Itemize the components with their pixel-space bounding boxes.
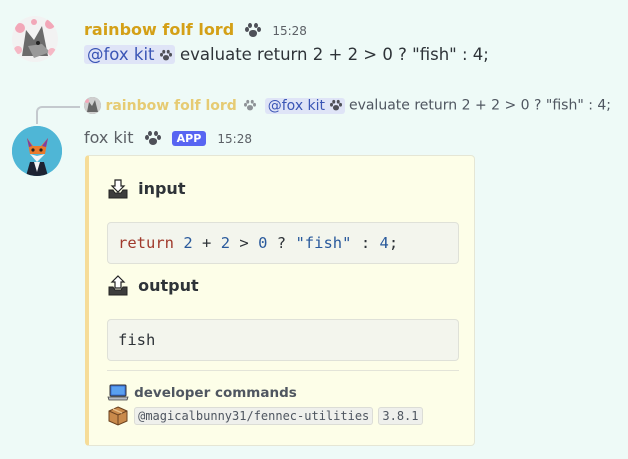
code-number: 4	[379, 234, 389, 252]
code-operator: ;	[388, 234, 399, 252]
message1-content: @fox kit evaluate return 2 + 2 > 0 ? "fi…	[84, 45, 489, 64]
output-field-title: output	[107, 275, 199, 297]
output-code-block: fish	[107, 319, 459, 361]
message2-username[interactable]: fox kit	[84, 128, 133, 147]
laptop-icon	[107, 384, 129, 402]
output-value: fish	[118, 331, 156, 349]
avatar-fox-kit[interactable]	[12, 126, 62, 176]
embed: input return 2 + 2 > 0 ? "fish" : 4; out…	[85, 155, 475, 446]
code-operator: ?	[276, 234, 287, 252]
code-keyword: return	[118, 234, 174, 252]
embed-divider	[107, 370, 459, 371]
message2-header: fox kit APP 15:28	[84, 128, 252, 147]
footer-title-row: developer commands	[107, 382, 297, 402]
code-string: "fish"	[295, 234, 352, 252]
code-number: 2	[183, 234, 193, 252]
reply-mention: @fox kit	[264, 97, 345, 114]
code-operator: :	[360, 234, 371, 252]
code-operator: +	[202, 234, 212, 252]
package-icon	[107, 405, 129, 426]
app-badge: APP	[171, 131, 207, 146]
message1-text: evaluate return 2 + 2 > 0 ? "fish" : 4;	[180, 45, 489, 64]
avatar-rainbow-folf-lord[interactable]	[12, 16, 58, 62]
message1-header: rainbow folf lord 15:28	[84, 20, 307, 42]
paw-icon	[245, 23, 262, 38]
footer-package-row: @magicalbunny31/fennec-utilities 3.8.1	[107, 405, 423, 426]
output-title: output	[138, 275, 199, 295]
footer-title: developer commands	[134, 385, 297, 401]
input-code-block: return 2 + 2 > 0 ? "fish" : 4;	[107, 222, 459, 264]
input-field-title: input	[107, 178, 185, 200]
reply-avatar	[84, 97, 101, 114]
package-name: @magicalbunny31/fennec-utilities	[134, 407, 374, 425]
code-number: 2	[220, 234, 231, 252]
paw-icon	[159, 49, 172, 61]
code-operator: >	[239, 234, 249, 252]
reply-text: evaluate return 2 + 2 > 0 ? "fish" : 4;	[348, 97, 612, 114]
reply-spine	[36, 106, 80, 124]
reply-username: rainbow folf lord	[105, 97, 237, 114]
inbox-tray-icon	[107, 178, 129, 200]
paw-icon	[244, 99, 257, 111]
message2-timestamp: 15:28	[217, 132, 252, 146]
message1-timestamp: 15:28	[272, 24, 307, 38]
package-version: 3.8.1	[378, 407, 423, 425]
reply-reference[interactable]: rainbow folf lord @fox kit evaluate retu…	[84, 97, 611, 114]
code-number: 0	[258, 234, 268, 252]
message1-username[interactable]: rainbow folf lord	[84, 20, 234, 39]
outbox-tray-icon	[107, 275, 129, 297]
paw-icon	[329, 99, 342, 111]
message1-mention[interactable]: @fox kit	[84, 45, 175, 64]
paw-icon	[144, 131, 161, 146]
input-title: input	[138, 178, 186, 198]
